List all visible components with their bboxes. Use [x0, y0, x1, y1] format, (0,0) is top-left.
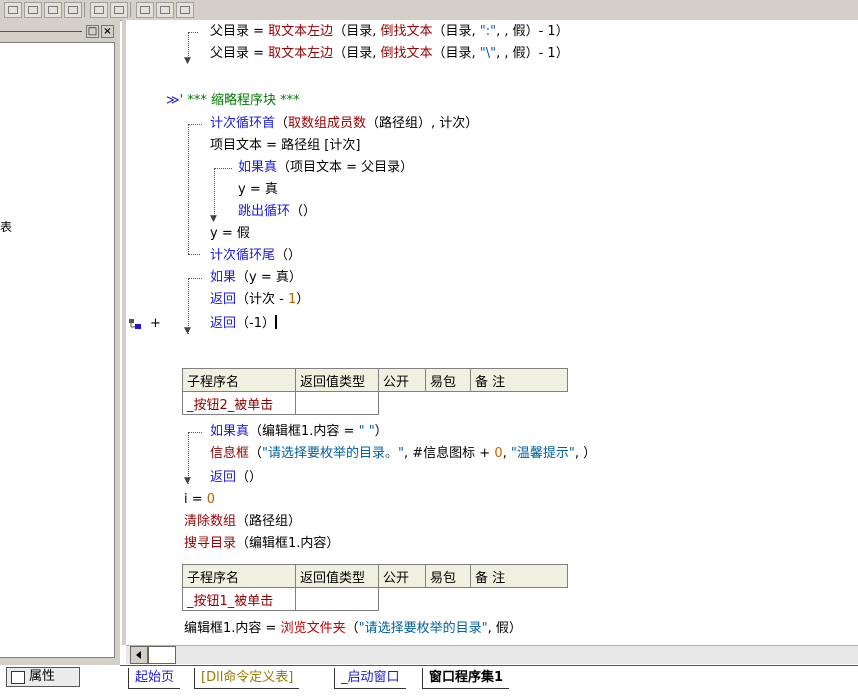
code-line[interactable]: 父目录 = 取文本左边（目录, 倒找文本（目录, "\", , 假）- 1） — [210, 45, 569, 63]
code-line[interactable]: 项目文本 = 路径组 [计次] — [210, 137, 360, 155]
toolbar-separator — [130, 2, 131, 17]
col-header: 备 注 — [470, 368, 568, 392]
loop-guide — [188, 124, 202, 125]
if-guide — [214, 168, 232, 169]
toolbar-separator — [84, 2, 85, 17]
code-line[interactable]: 清除数组（路径组） — [184, 513, 301, 531]
flow-arrow-icon: ▼ — [210, 214, 217, 224]
tab-window-assembly[interactable]: 窗口程序集1 — [422, 668, 510, 689]
breakpoint-icon[interactable] — [128, 318, 142, 330]
code-line[interactable]: 返回（-1） — [210, 315, 277, 333]
code-line[interactable]: 计次循环首（取数组成员数（路径组）, 计次） — [210, 115, 478, 133]
table-cell[interactable] — [295, 587, 379, 611]
col-header: 返回值类型 — [295, 564, 379, 588]
gutter-marker: + — [150, 316, 161, 331]
panel-maximize-icon[interactable]: □ — [86, 25, 99, 38]
subroutine-name[interactable]: _按钮1_被单击 — [182, 587, 296, 611]
same-size-icon[interactable] — [176, 2, 194, 18]
if-guide — [188, 278, 202, 279]
left-panel: □ × 表 属性 — [0, 20, 120, 687]
flow-arrow-icon: ▼ — [184, 56, 191, 66]
subroutine-name[interactable]: _按钮2_被单击 — [182, 391, 296, 415]
align-middle-icon[interactable] — [64, 2, 82, 18]
align-left-icon[interactable] — [4, 2, 22, 18]
code-line[interactable]: 跳出循环（） — [238, 203, 316, 221]
code-line[interactable]: 如果真（项目文本 = 父目录） — [238, 159, 413, 177]
space-horizontal-icon[interactable] — [90, 2, 108, 18]
space-vertical-icon[interactable] — [110, 2, 128, 18]
col-header: 公开 — [378, 368, 426, 392]
text-cursor — [274, 315, 277, 329]
loop-guide — [188, 124, 189, 254]
same-height-icon[interactable] — [156, 2, 174, 18]
code-line[interactable]: y = 假 — [210, 225, 250, 243]
subroutine-table: 子程序名 返回值类型 公开 易包 备 注 _按钮2_被单击 — [182, 368, 568, 415]
code-line[interactable]: i = 0 — [184, 491, 215, 509]
same-width-icon[interactable] — [136, 2, 154, 18]
table-cell[interactable] — [426, 392, 471, 415]
flow-arrow-icon: ▼ — [184, 326, 191, 336]
table-cell[interactable] — [471, 588, 568, 611]
properties-icon — [11, 671, 25, 684]
code-line[interactable]: y = 真 — [238, 181, 278, 199]
panel-title-bar: □ × — [0, 24, 118, 40]
document-tabs: 起始页 [Dll命令定义表] _启动窗口 窗口程序集1 — [120, 665, 858, 696]
tab-dll-commands[interactable]: [Dll命令定义表] — [194, 668, 300, 689]
scroll-thumb[interactable] — [148, 646, 176, 664]
scroll-left-icon[interactable] — [130, 646, 148, 664]
flow-guide — [188, 32, 198, 33]
col-header: 子程序名 — [182, 368, 296, 392]
panel-clipped-text: 表 — [0, 220, 13, 234]
horizontal-scrollbar[interactable] — [126, 645, 858, 664]
col-header: 返回值类型 — [295, 368, 379, 392]
properties-tab[interactable]: 属性 — [6, 667, 80, 687]
tab-start-page[interactable]: 起始页 — [128, 668, 181, 689]
tab-startup-window[interactable]: _启动窗口 — [334, 668, 406, 689]
table-cell[interactable] — [471, 392, 568, 415]
code-line[interactable]: 编辑框1.内容 = 浏览文件夹（"请选择要枚举的目录", 假） — [184, 620, 522, 638]
code-line[interactable]: 返回（） — [210, 469, 262, 487]
panel-body: 表 — [0, 42, 115, 658]
code-line[interactable]: 信息框（"请选择要枚举的目录。", #信息图标 + 0, "温馨提示", ） — [210, 445, 596, 463]
align-center-icon[interactable] — [24, 2, 42, 18]
panel-close-icon[interactable]: × — [101, 25, 114, 38]
code-line[interactable]: 计次循环尾（） — [210, 247, 301, 265]
comment-line[interactable]: ≫' *** 缩略程序块 *** — [166, 92, 300, 110]
code-editor[interactable]: ▼ 父目录 = 取文本左边（目录, 倒找文本（目录, ":", , 假）- 1）… — [126, 20, 858, 645]
flow-arrow-icon: ▼ — [184, 476, 191, 486]
if-guide — [214, 168, 215, 220]
toolbar — [0, 0, 858, 21]
code-line[interactable]: 返回（计次 - 1） — [210, 291, 309, 309]
table-cell[interactable] — [295, 391, 379, 415]
col-header: 公开 — [378, 564, 426, 588]
code-line[interactable]: 搜寻目录（编辑框1.内容） — [184, 535, 339, 553]
col-header: 易包 — [425, 368, 471, 392]
if-guide — [188, 432, 202, 433]
table-cell[interactable] — [379, 392, 426, 415]
table-cell[interactable] — [426, 588, 471, 611]
loop-guide — [188, 254, 200, 255]
code-line[interactable]: 如果真（编辑框1.内容 = " "） — [210, 423, 388, 441]
col-header: 子程序名 — [182, 564, 296, 588]
subroutine-table: 子程序名 返回值类型 公开 易包 备 注 _按钮1_被单击 — [182, 564, 568, 611]
table-cell[interactable] — [379, 588, 426, 611]
properties-tab-label: 属性 — [29, 669, 56, 684]
col-header: 易包 — [425, 564, 471, 588]
code-line[interactable]: 父目录 = 取文本左边（目录, 倒找文本（目录, ":", , 假）- 1） — [210, 23, 569, 41]
code-line[interactable]: 如果（y = 真） — [210, 269, 302, 287]
col-header: 备 注 — [470, 564, 568, 588]
align-top-icon[interactable] — [44, 2, 62, 18]
comment-expand-icon[interactable]: ≫ — [166, 93, 180, 108]
